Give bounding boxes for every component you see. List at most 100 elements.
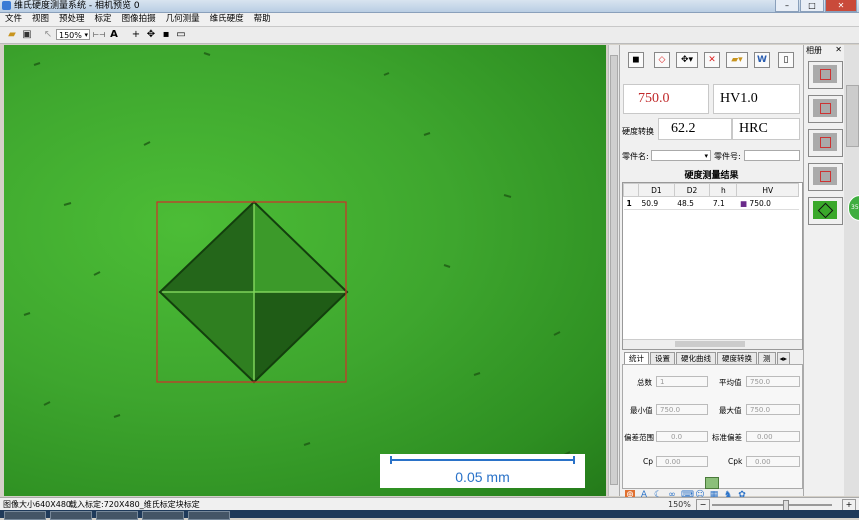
menu-preprocess[interactable]: 预处理 <box>54 13 90 26</box>
tab-hardness-convert[interactable]: 硬度转换 <box>717 352 757 364</box>
hardness-convert-label: 硬度转换 <box>622 127 654 136</box>
scale-bar-label: 0.05 mm <box>455 469 510 485</box>
range-label: 偏差范围 <box>624 433 654 442</box>
close-icon[interactable]: ✕ <box>835 45 842 54</box>
chevron-down-icon: ▾ <box>704 152 708 160</box>
menu-capture[interactable]: 图像拍摄 <box>117 13 161 26</box>
cell-hv-value: 750.0 <box>749 198 771 208</box>
column-header-h: h <box>709 183 738 197</box>
panel-toolbar: ◼ ◇ ✥▾ ✕ ▰▾ W ▯ <box>620 52 803 70</box>
chevron-down-icon: ▾ <box>84 31 88 39</box>
zoom-select-value: 150% <box>59 31 82 40</box>
camera-icon[interactable]: ▪ <box>160 29 172 41</box>
color-marker-icon: ■ <box>739 198 748 208</box>
word-export-icon[interactable]: W <box>754 52 770 68</box>
window-title: 维氏硬度测量系统 - 相机预览 0 <box>14 1 140 11</box>
image-viewer[interactable]: 0.05 mm <box>4 45 606 496</box>
zoom-slider-track[interactable] <box>712 504 832 506</box>
delete-icon[interactable]: ✕ <box>704 52 720 68</box>
taskbar-button[interactable] <box>188 511 230 520</box>
part-name-combo[interactable]: ▾ <box>651 150 711 161</box>
indentation-overlay <box>23 52 571 456</box>
min-field: 750.0 <box>656 404 708 415</box>
gallery-thumbnail-selected[interactable] <box>808 197 843 225</box>
move-tool-icon[interactable]: ✥▾ <box>676 52 698 68</box>
tab-statistics[interactable]: 统计 <box>624 352 649 364</box>
std-label: 标准偏差 <box>712 433 742 442</box>
minimize-button[interactable]: – <box>775 0 799 12</box>
diamond-tool-icon[interactable]: ◇ <box>654 52 670 68</box>
row-index: 1 <box>623 196 639 210</box>
part-name-label: 零件名: <box>622 152 649 161</box>
gallery-scrollbar[interactable] <box>844 45 859 496</box>
tab-measure[interactable]: 测 <box>758 352 776 364</box>
hv-value-field: 750.0 <box>623 84 709 114</box>
cp-label: Cp <box>643 457 653 466</box>
converted-unit-field: HRC <box>732 118 800 140</box>
pointer-icon[interactable]: ↖ <box>42 29 54 41</box>
video-camera-icon[interactable]: ◼ <box>628 52 644 68</box>
std-field: 0.00 <box>746 431 800 442</box>
folder-menu-icon[interactable]: ▰▾ <box>726 52 748 68</box>
menu-view[interactable]: 视图 <box>27 13 54 26</box>
move-icon[interactable]: ✥ <box>145 29 157 41</box>
menu-file[interactable]: 文件 <box>0 13 27 26</box>
gallery-thumbnail[interactable] <box>808 129 843 157</box>
scale-bar: 0.05 mm <box>380 454 585 488</box>
open-folder-icon[interactable]: ▰ <box>6 29 18 41</box>
zoom-select[interactable]: 150% ▾ <box>56 29 90 40</box>
text-icon[interactable]: A <box>108 29 120 41</box>
converted-value-field: 62.2 <box>658 118 732 140</box>
app-icon <box>2 1 11 10</box>
taskbar-button[interactable] <box>142 511 184 520</box>
tab-hardening-curve[interactable]: 硬化曲线 <box>676 352 716 364</box>
taskbar-button[interactable] <box>4 511 46 520</box>
taskbar-button[interactable] <box>96 511 138 520</box>
gallery-thumbnail[interactable] <box>808 61 843 89</box>
cp-field: 0.00 <box>656 456 708 467</box>
status-bar: 图像大小640X480 载入标定:720X480_维氏标定块标定 150% − … <box>0 497 859 511</box>
results-table-title: 硬度测量结果 <box>684 171 739 181</box>
image-icon[interactable] <box>705 477 719 489</box>
crosshair-icon[interactable]: + <box>130 29 142 41</box>
table-hscrollbar[interactable] <box>623 339 802 349</box>
menu-geometry[interactable]: 几何测量 <box>161 13 205 26</box>
column-header-d1: D1 <box>638 183 675 197</box>
count-label: 总数 <box>637 378 652 387</box>
tab-settings[interactable]: 设置 <box>650 352 675 364</box>
hv-unit-field: HV1.0 <box>713 84 800 114</box>
gallery-scroll-thumb[interactable] <box>846 85 859 147</box>
film-icon[interactable]: ▭ <box>175 29 187 41</box>
gallery-thumbnail[interactable] <box>808 95 843 123</box>
window-controls: – □ ✕ <box>775 0 857 12</box>
avg-field: 750.0 <box>746 376 800 387</box>
results-table: D1 D2 h HV 1 50.9 48.5 7.1 ■ 750.0 <box>622 182 803 350</box>
statistics-panel: 总数 1 平均值 750.0 最小值 750.0 最大值 750.0 偏差范围 … <box>622 364 803 489</box>
viewer-scrollbar[interactable] <box>608 45 619 496</box>
column-header-hv: HV <box>736 183 799 197</box>
cell-h: 7.1 <box>709 196 737 210</box>
toolbar: ▰ ▣ ↖ 150% ▾ ⊢⊣ A + ✥ ▪ ▭ <box>0 27 859 44</box>
menu-bar: 文件 视图 预处理 标定 图像拍摄 几何测量 维氏硬度 帮助 <box>0 13 859 27</box>
menu-vickers[interactable]: 维氏硬度 <box>205 13 249 26</box>
column-header-d2: D2 <box>673 183 711 197</box>
tab-strip: 统计 设置 硬化曲线 硬度转换 测 ◂▸ <box>624 352 800 364</box>
gallery-panel: 相册 ✕ <box>803 45 844 496</box>
ruler-icon[interactable]: ⊢⊣ <box>93 29 105 41</box>
viewer-scroll-thumb[interactable] <box>610 55 618 485</box>
table-row[interactable]: 1 50.9 48.5 7.1 ■ 750.0 <box>623 196 799 210</box>
menu-calibrate[interactable]: 标定 <box>90 13 117 26</box>
maximize-button[interactable]: □ <box>800 0 824 12</box>
min-label: 最小值 <box>630 406 653 415</box>
blank-document-icon[interactable]: ▯ <box>778 52 794 68</box>
table-hscroll-thumb[interactable] <box>675 341 745 347</box>
title-bar: 维氏硬度测量系统 - 相机预览 0 – □ ✕ <box>0 0 859 13</box>
tab-scroll-arrows-icon[interactable]: ◂▸ <box>776 352 791 364</box>
save-icon[interactable]: ▣ <box>21 29 33 41</box>
menu-help[interactable]: 帮助 <box>249 13 276 26</box>
close-button[interactable]: ✕ <box>825 0 857 12</box>
cell-d1: 50.9 <box>638 196 675 210</box>
part-number-field[interactable] <box>744 150 800 161</box>
taskbar-button[interactable] <box>50 511 92 520</box>
gallery-thumbnail[interactable] <box>808 163 843 191</box>
